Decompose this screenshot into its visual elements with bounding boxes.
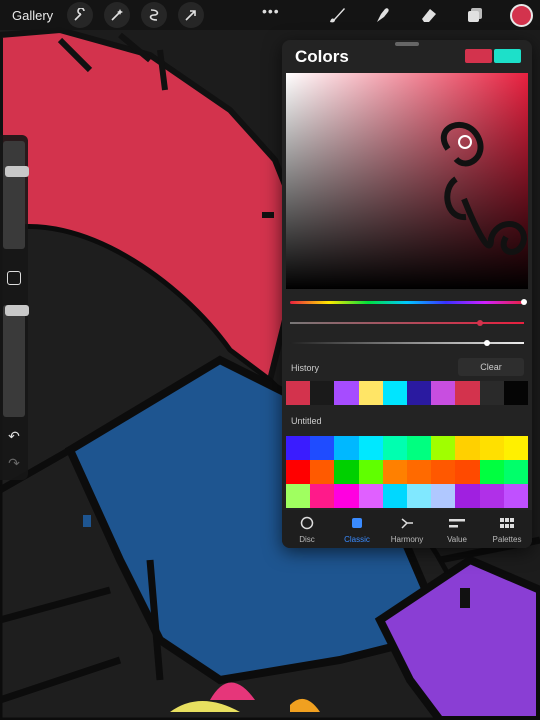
tab-label: Palettes	[492, 535, 522, 544]
clear-history-button[interactable]: Clear	[458, 358, 524, 376]
palette-swatch[interactable]	[286, 460, 311, 484]
redo-icon[interactable]: ↷	[6, 455, 22, 471]
selection-icon[interactable]	[141, 2, 168, 28]
palette-name: Untitled	[291, 416, 322, 426]
tab-label: Value	[447, 535, 467, 544]
palette-swatch[interactable]	[407, 484, 432, 508]
history-swatch[interactable]	[334, 381, 359, 405]
brush-size-slider[interactable]	[3, 141, 29, 249]
palette-swatch[interactable]	[479, 484, 504, 508]
left-sidebar: ↶ ↷	[0, 135, 29, 480]
palette-swatch[interactable]	[358, 460, 383, 484]
undo-icon[interactable]: ↶	[6, 428, 22, 444]
brightness-thumb[interactable]	[483, 340, 490, 346]
history-swatch[interactable]	[407, 381, 432, 405]
more-options-button[interactable]: •••	[262, 3, 280, 19]
classic-square-icon	[350, 516, 364, 530]
palette-swatch[interactable]	[334, 436, 359, 460]
history-swatch[interactable]	[286, 381, 311, 405]
palette-swatch[interactable]	[358, 436, 383, 460]
palette-swatch[interactable]	[310, 484, 335, 508]
history-swatch[interactable]	[503, 381, 529, 405]
modifier-square-icon[interactable]	[7, 271, 21, 285]
palette-swatch[interactable]	[479, 436, 504, 460]
opacity-slider[interactable]	[3, 305, 29, 417]
transform-arrow-icon[interactable]	[178, 2, 205, 28]
brush-size-thumb[interactable]	[5, 166, 29, 178]
magic-wand-icon[interactable]	[104, 2, 131, 28]
brightness-slider[interactable]	[290, 340, 524, 346]
right-tools	[304, 2, 534, 28]
palette-swatch[interactable]	[455, 460, 480, 484]
history-swatch[interactable]	[431, 381, 456, 405]
palette-swatch[interactable]	[455, 484, 480, 508]
palette-grid	[286, 436, 528, 508]
palette-swatch[interactable]	[286, 436, 311, 460]
top-toolbar: Gallery •••	[0, 0, 540, 30]
disc-icon	[300, 516, 314, 530]
tab-value[interactable]: Value	[432, 510, 482, 548]
color-button[interactable]	[508, 2, 534, 28]
palette-swatch[interactable]	[334, 460, 359, 484]
harmony-icon	[400, 516, 414, 530]
history-swatches	[286, 381, 529, 405]
value-sliders-icon	[448, 516, 466, 530]
history-swatch[interactable]	[455, 381, 480, 405]
history-label: History	[291, 363, 320, 373]
palette-swatch[interactable]	[431, 484, 456, 508]
wrench-icon[interactable]	[67, 2, 94, 28]
palette-swatch[interactable]	[503, 460, 528, 484]
color-cursor[interactable]	[458, 135, 472, 149]
current-color-dot	[509, 3, 533, 27]
color-mode-tabs: Disc Classic Harmony Value Palettes	[282, 510, 532, 548]
history-swatch[interactable]	[310, 381, 335, 405]
saturation-thumb[interactable]	[476, 320, 483, 326]
palette-swatch[interactable]	[382, 436, 407, 460]
tab-label: Harmony	[390, 535, 424, 544]
tab-label: Disc	[299, 535, 315, 544]
palette-swatch[interactable]	[407, 460, 432, 484]
panel-title: Colors	[295, 47, 349, 66]
palette-swatch[interactable]	[358, 484, 383, 508]
layers-icon[interactable]	[462, 2, 488, 28]
tab-label: Classic	[344, 535, 370, 544]
saturation-slider[interactable]	[290, 320, 524, 326]
palette-swatch[interactable]	[503, 436, 528, 460]
palette-swatch[interactable]	[431, 436, 456, 460]
palette-swatch[interactable]	[479, 460, 504, 484]
palette-swatch[interactable]	[310, 436, 335, 460]
palette-swatch[interactable]	[310, 460, 335, 484]
secondary-color-swatch[interactable]	[494, 49, 521, 63]
palette-swatch[interactable]	[286, 484, 311, 508]
tab-palettes[interactable]: Palettes	[482, 510, 532, 548]
brush-icon[interactable]	[324, 2, 350, 28]
palette-swatch[interactable]	[407, 436, 432, 460]
hue-thumb[interactable]	[521, 299, 527, 305]
palette-swatch[interactable]	[334, 484, 359, 508]
opacity-thumb[interactable]	[5, 305, 29, 316]
tab-harmony[interactable]: Harmony	[382, 510, 432, 548]
palette-swatch[interactable]	[503, 484, 528, 508]
tab-disc[interactable]: Disc	[282, 510, 332, 548]
palette-swatch[interactable]	[431, 460, 456, 484]
history-swatch[interactable]	[382, 381, 408, 405]
palettes-grid-icon	[499, 516, 515, 530]
primary-color-swatch[interactable]	[465, 49, 492, 63]
colors-panel: Colors History Clear Untitled Disc Class…	[282, 40, 532, 548]
tab-classic[interactable]: Classic	[332, 510, 382, 548]
history-swatch[interactable]	[479, 381, 504, 405]
gallery-button[interactable]: Gallery	[12, 8, 53, 23]
scribble-overlay	[440, 121, 528, 255]
eraser-icon[interactable]	[416, 2, 442, 28]
panel-grabber[interactable]	[395, 42, 419, 46]
hue-slider[interactable]	[290, 299, 527, 305]
palette-swatch[interactable]	[382, 484, 407, 508]
saturation-brightness-picker[interactable]	[286, 73, 528, 289]
palette-swatch[interactable]	[382, 460, 407, 484]
history-swatch[interactable]	[358, 381, 383, 405]
palette-swatch[interactable]	[455, 436, 480, 460]
smudge-icon[interactable]	[370, 2, 396, 28]
